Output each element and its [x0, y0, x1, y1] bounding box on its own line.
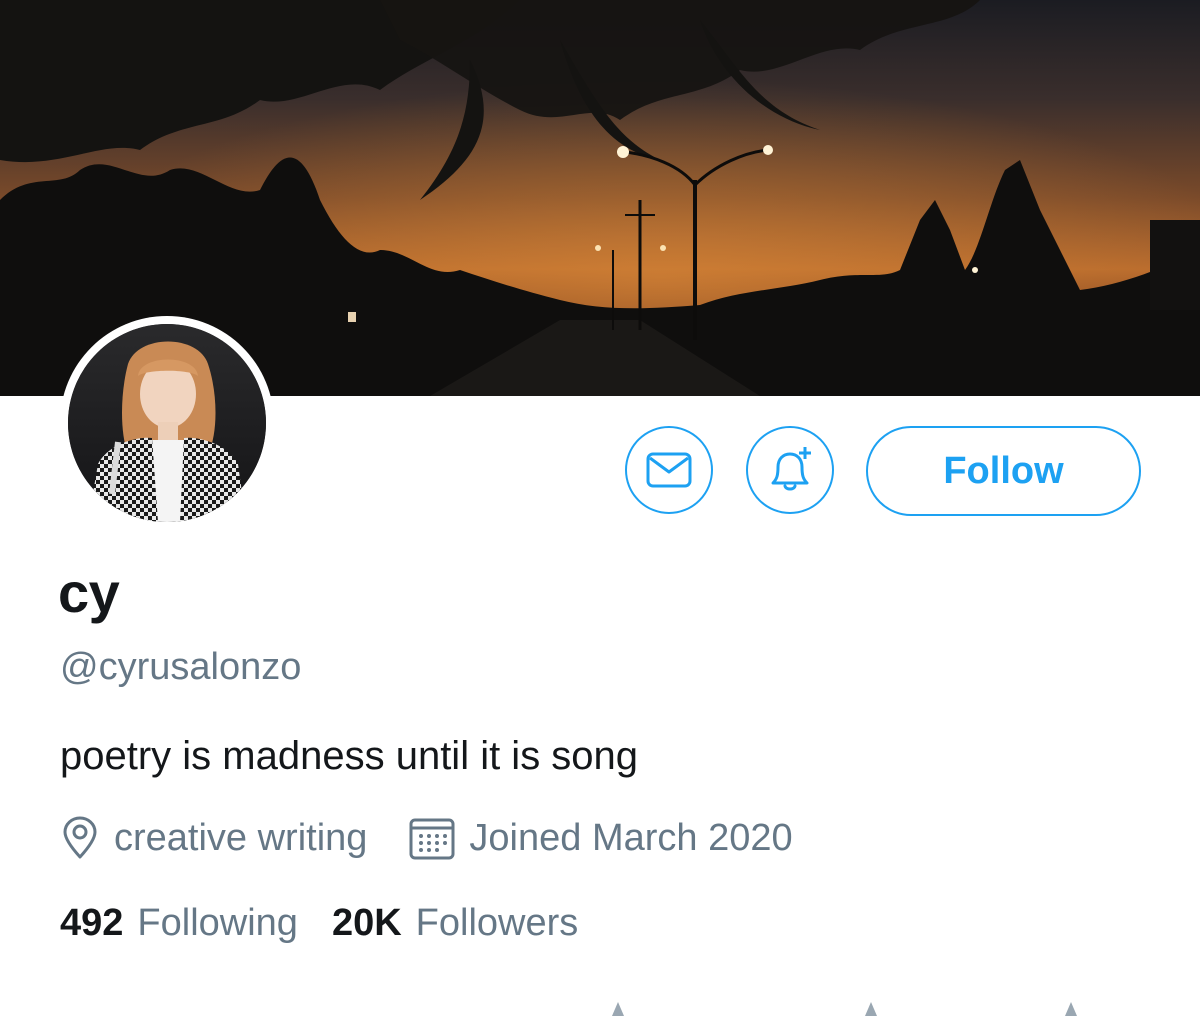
following-link[interactable]: 492 Following — [60, 902, 298, 945]
tab-bar-cutoff — [0, 1000, 1200, 1016]
followers-label: Followers — [415, 902, 579, 944]
profile-page: Follow cy @cyrusalonzo poetry is madness… — [0, 0, 1200, 1016]
message-button[interactable] — [625, 426, 713, 514]
follow-button[interactable]: Follow — [866, 426, 1141, 516]
avatar[interactable] — [68, 324, 266, 522]
handle: @cyrusalonzo — [60, 646, 302, 688]
calendar-icon — [409, 816, 455, 860]
bio: poetry is madness until it is song — [60, 734, 639, 778]
join-date: Joined March 2020 — [409, 816, 793, 860]
avatar-image — [68, 324, 266, 522]
following-count: 492 — [60, 902, 124, 944]
location: creative writing — [60, 816, 367, 860]
avatar-container[interactable] — [60, 316, 274, 530]
notifications-button[interactable] — [746, 426, 834, 514]
location-pin-icon — [60, 816, 100, 860]
display-name: cy — [58, 561, 120, 624]
envelope-icon — [646, 452, 692, 488]
location-text: creative writing — [114, 816, 368, 859]
bell-plus-icon — [771, 447, 811, 491]
profile-meta: creative writing Joined March 2020 — [60, 812, 793, 864]
following-label: Following — [137, 902, 298, 944]
follow-stats: 492 Following 20K Followers — [60, 902, 578, 945]
join-date-text: Joined March 2020 — [469, 816, 793, 859]
followers-count: 20K — [331, 902, 402, 944]
followers-link[interactable]: 20K Followers — [332, 902, 578, 945]
